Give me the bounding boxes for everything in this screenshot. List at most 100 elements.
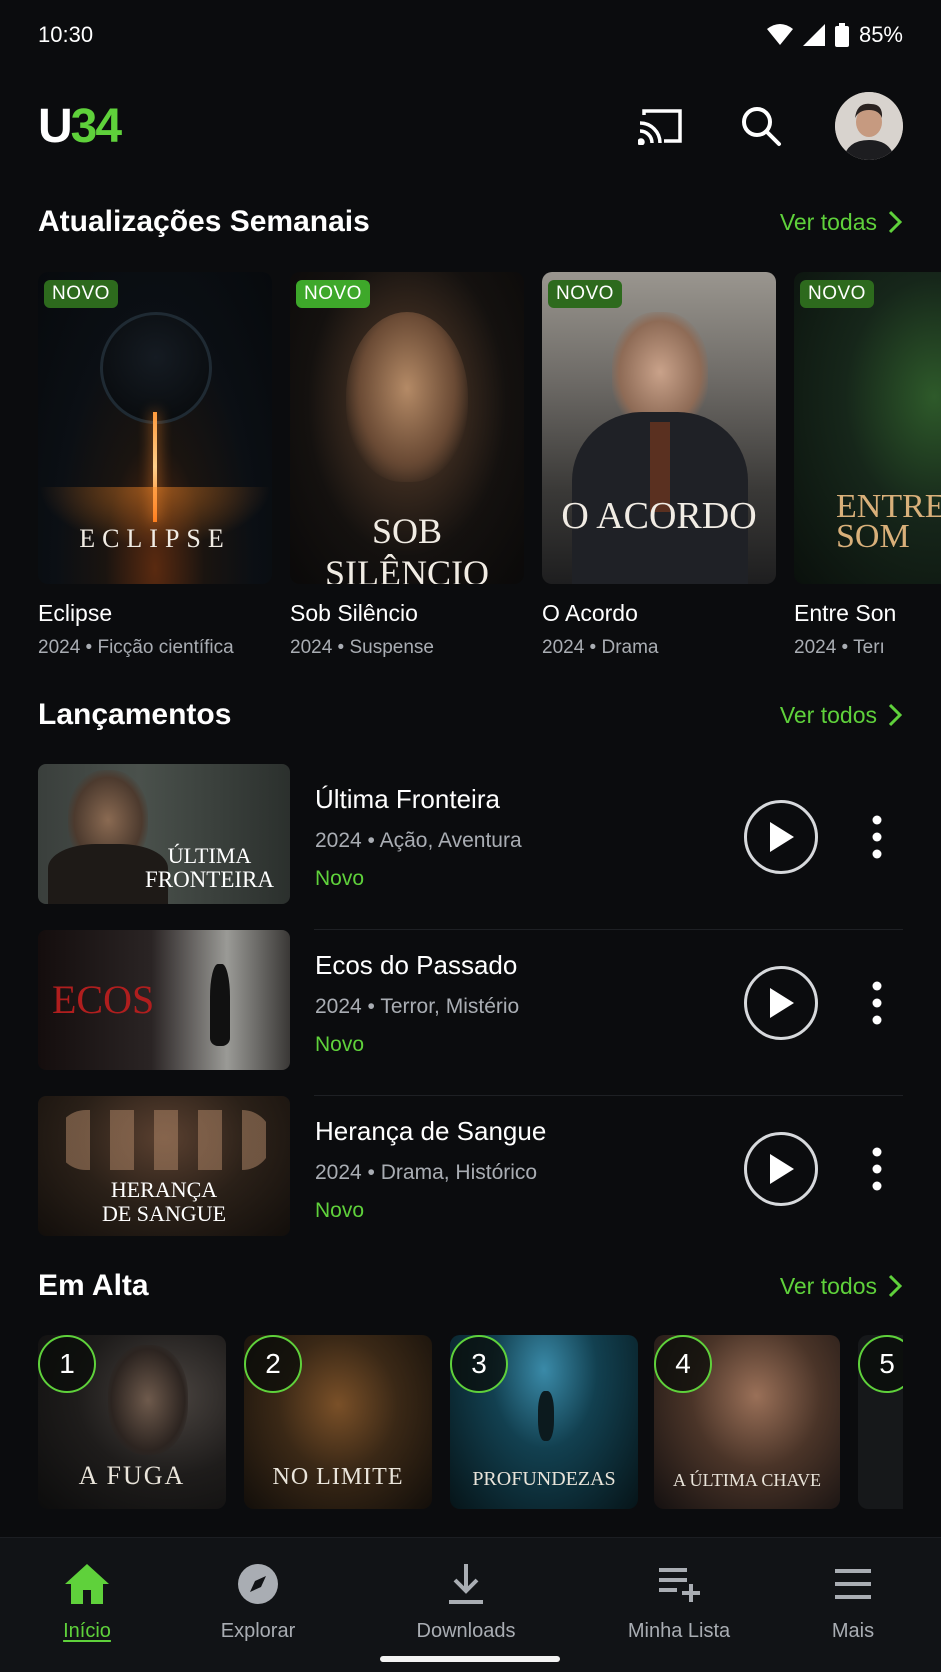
trending-carousel[interactable]: 1 A FUGA 2 NO LIMITE 3 PROFUNDEZAS 4 A Ú… [38, 1335, 903, 1513]
trending-card-4[interactable]: 4 A ÚLTIMA CHAVE [654, 1335, 840, 1509]
weekly-carousel[interactable]: ECLIPSE NOVO Eclipse 2024 • Ficção cient… [38, 272, 941, 672]
trend-title: NO LIMITE [272, 1464, 404, 1490]
release-status: Novo [315, 867, 365, 890]
weekly-section-header: Atualizações Semanais Ver todas [38, 205, 903, 239]
weekly-card-eclipse[interactable]: ECLIPSE NOVO Eclipse 2024 • Ficção cient… [38, 272, 272, 659]
card-meta: 2024 • Drama [542, 637, 659, 658]
play-icon [770, 988, 794, 1018]
poster-title: ECLIPSE [79, 524, 231, 553]
chevron-right-icon [888, 1274, 903, 1298]
section-title-releases: Lançamentos [38, 698, 232, 731]
poster-title: SOB SILÊNCIO [325, 511, 489, 584]
thumb-title-line-2: DE SANGUE [101, 1201, 227, 1226]
menu-icon [835, 1569, 871, 1599]
release-item-ecos-do-passado[interactable]: ECOS Ecos do Passado 2024 • Terror, Mist… [38, 930, 903, 1096]
release-meta: 2024 • Terror, Mistério [315, 995, 520, 1018]
weekly-card-o-acordo[interactable]: O ACORDO NOVO O Acordo 2024 • Drama [542, 272, 776, 659]
more-vertical-icon [872, 981, 882, 1025]
nav-label: Downloads [416, 1620, 516, 1642]
trending-card-5[interactable]: 5 [858, 1335, 903, 1509]
compass-icon [238, 1564, 278, 1604]
card-title: Entre Son [794, 600, 897, 626]
poster-entre-som[interactable]: ENTRE SOM NOVO [794, 272, 941, 584]
play-button[interactable] [744, 1132, 818, 1206]
thumbnail-ultima-fronteira[interactable]: ÚLTIMA FRONTEIRA [38, 764, 290, 904]
thumb-title-line-2: FRONTEIRA [144, 867, 274, 892]
logo-letter: U [38, 99, 73, 153]
thumb-title-line-1: ÚLTIMA [167, 843, 252, 868]
brand-logo[interactable]: U 34 [38, 99, 122, 154]
more-vertical-icon [872, 815, 882, 859]
trending-card-3[interactable]: 3 PROFUNDEZAS [450, 1335, 638, 1509]
thumb-title-line-1: ECOS [52, 977, 155, 1022]
search-button[interactable] [735, 100, 787, 152]
weekly-card-entre-som[interactable]: ENTRE SOM NOVO Entre Son 2024 • Terı [794, 272, 941, 659]
trending-card-2[interactable]: 2 NO LIMITE [244, 1335, 432, 1509]
play-button[interactable] [744, 800, 818, 874]
status-icons: 85% [766, 22, 903, 48]
new-badge: NOVO [800, 280, 874, 308]
poster-eclipse[interactable]: ECLIPSE NOVO [38, 272, 272, 584]
wifi-icon [766, 24, 793, 45]
bottom-navigation: Início Explorar Downloads Minha Lista Ma… [0, 1537, 941, 1672]
home-indicator[interactable] [380, 1656, 560, 1662]
nav-label: Explorar [220, 1620, 296, 1642]
status-time: 10:30 [38, 22, 94, 47]
more-options-button[interactable] [864, 810, 890, 864]
cast-button[interactable] [635, 100, 687, 152]
nav-item-downloads[interactable]: Downloads [396, 1558, 536, 1643]
signal-icon [802, 24, 825, 46]
release-title: Herança de Sangue [315, 1116, 547, 1146]
poster-title: O ACORDO [561, 495, 757, 537]
section-title-trending: Em Alta [38, 1269, 149, 1302]
section-title-weekly: Atualizações Semanais [38, 205, 370, 238]
release-item-heranca-de-sangue[interactable]: HERANÇA DE SANGUE Herança de Sangue 2024… [38, 1096, 903, 1262]
nav-item-inicio[interactable]: Início [17, 1558, 157, 1643]
play-icon [770, 822, 794, 852]
chevron-right-icon [888, 210, 903, 234]
thumbnail-heranca-de-sangue[interactable]: HERANÇA DE SANGUE [38, 1096, 290, 1236]
thumbnail-ecos-do-passado[interactable]: ECOS [38, 930, 290, 1070]
card-meta: 2024 • Ficção científica [38, 637, 234, 658]
card-title: O Acordo [542, 600, 638, 626]
release-meta: 2024 • Drama, Histórico [315, 1161, 538, 1184]
nav-item-minha-lista[interactable]: Minha Lista [609, 1558, 749, 1643]
release-title: Ecos do Passado [315, 950, 518, 980]
rank-badge: 3 [450, 1335, 508, 1393]
thumb-title-line-1: HERANÇA [110, 1177, 218, 1202]
release-item-ultima-fronteira[interactable]: ÚLTIMA FRONTEIRA Última Fronteira 2024 •… [38, 764, 903, 930]
see-all-label: Ver todos [779, 701, 877, 728]
nav-item-explorar[interactable]: Explorar [188, 1558, 328, 1643]
more-options-button[interactable] [864, 976, 890, 1030]
trending-see-all-link[interactable]: Ver todos [780, 1273, 903, 1300]
play-icon [770, 1154, 794, 1184]
nav-item-mais[interactable]: Mais [783, 1558, 923, 1643]
user-avatar[interactable] [835, 92, 903, 160]
logo-number: 34 [70, 99, 122, 153]
search-icon [742, 107, 781, 146]
card-meta: 2024 • Terı [794, 637, 885, 658]
nav-label: Início [63, 1620, 111, 1642]
release-status: Novo [315, 1033, 365, 1056]
releases-list: ÚLTIMA FRONTEIRA Última Fronteira 2024 •… [38, 764, 903, 1262]
weekly-see-all-link[interactable]: Ver todas [780, 209, 903, 236]
play-button[interactable] [744, 966, 818, 1040]
trend-title: A ÚLTIMA CHAVE [672, 1470, 822, 1490]
avatar-image [835, 92, 903, 160]
nav-label: Mais [831, 1620, 875, 1642]
poster-o-acordo[interactable]: O ACORDO NOVO [542, 272, 776, 584]
poster-sob-silencio[interactable]: SOB SILÊNCIO NOVO [290, 272, 524, 584]
trending-section-header: Em Alta Ver todos [38, 1269, 903, 1303]
new-badge: NOVO [548, 280, 622, 308]
rank-badge: 4 [654, 1335, 712, 1393]
rank-badge: 5 [858, 1335, 903, 1393]
more-options-button[interactable] [864, 1142, 890, 1196]
releases-see-all-link[interactable]: Ver todos [780, 702, 903, 729]
weekly-card-sob-silencio[interactable]: SOB SILÊNCIO NOVO Sob Silêncio 2024 • Su… [290, 272, 524, 659]
rank-badge: 2 [244, 1335, 302, 1393]
poster-title: ENTRE SOM [836, 488, 941, 555]
trending-card-1[interactable]: 1 A FUGA [38, 1335, 226, 1509]
releases-section-header: Lançamentos Ver todos [38, 698, 903, 732]
release-status: Novo [315, 1199, 365, 1222]
nav-label: Minha Lista [627, 1620, 731, 1642]
